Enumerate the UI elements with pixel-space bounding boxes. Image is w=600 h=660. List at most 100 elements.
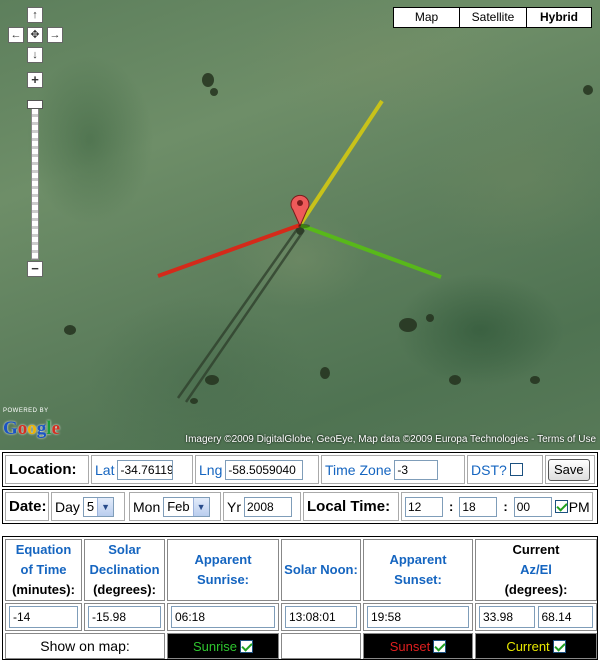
header-line: Az/El [520, 562, 552, 577]
day-cell: Day 5 ▼ [51, 492, 125, 521]
ground-track [176, 227, 306, 403]
day-value: 5 [86, 499, 95, 514]
hour-input[interactable]: 12 [405, 496, 443, 517]
local-time-label-cell: Local Time: [303, 492, 399, 521]
declination-header: Solar Declination (degrees): [84, 539, 165, 601]
zoom-in-button[interactable]: + [27, 72, 43, 88]
month-select[interactable]: Feb ▼ [163, 496, 210, 517]
local-time-label: Local Time: [307, 498, 391, 515]
map-type-map[interactable]: Map [393, 7, 460, 28]
date-label-cell: Date: [5, 492, 49, 521]
local-time-cell: 12 : 18 : 00 PM [401, 492, 593, 521]
header-line: Solar Noon: [284, 562, 358, 577]
location-label: Location: [9, 461, 77, 478]
powered-by-text: POWERED BY [3, 408, 49, 414]
pan-left-icon[interactable]: ← [8, 27, 24, 43]
show-current-cell: Current [475, 633, 597, 659]
minute-input[interactable]: 18 [459, 496, 498, 517]
show-on-map-label: Show on map: [40, 638, 130, 654]
pan-center-icon[interactable]: ✥ [27, 27, 43, 43]
dst-label: DST? [471, 461, 507, 478]
noon-input[interactable]: 13:08:01 [285, 606, 357, 628]
azel-value-cell: 33.98 68.14 [475, 603, 597, 631]
pan-up-icon[interactable]: ↑ [27, 7, 43, 23]
eot-header: Equation of Time (minutes): [5, 539, 82, 601]
month-value: Feb [167, 499, 190, 514]
show-sunrise-label: Sunrise [192, 638, 238, 654]
header-line: Declination [89, 562, 160, 577]
sunset-value-cell: 19:58 [363, 603, 473, 631]
header-line: Sunrise: [196, 572, 249, 587]
lng-input[interactable]: -58.5059040 [225, 459, 304, 480]
azimuth-input[interactable]: 33.98 [479, 606, 535, 628]
dst-cell: DST? [467, 455, 543, 484]
show-sunrise-cell: Sunrise [167, 633, 279, 659]
year-cell: Yr 2008 [223, 492, 301, 521]
header-line: (degrees): [93, 582, 156, 597]
second-input[interactable]: 00 [513, 496, 552, 517]
month-cell: Mon Feb ▼ [129, 492, 221, 521]
zoom-slider-handle[interactable] [27, 100, 43, 109]
current-line [299, 223, 442, 279]
logo-letter: G [3, 418, 18, 439]
date-label: Date: [9, 498, 47, 515]
elevation-input[interactable]: 68.14 [537, 606, 593, 628]
day-select[interactable]: 5 ▼ [82, 496, 115, 517]
zoom-out-button[interactable]: − [27, 261, 43, 277]
lat-input[interactable]: -34.76119 [117, 459, 174, 480]
header-line: Sunset: [394, 572, 442, 587]
map-type-hybrid[interactable]: Hybrid [526, 7, 592, 28]
year-input[interactable]: 2008 [244, 496, 292, 517]
header-line: Apparent [389, 552, 447, 567]
google-logo[interactable]: Google [3, 418, 60, 440]
lng-cell: Lng -58.5059040 [195, 455, 319, 484]
show-sunset-label: Sunset [389, 638, 431, 654]
timezone-cell: Time Zone -3 [321, 455, 465, 484]
header-line: Equation [15, 542, 72, 557]
show-sunrise-checkbox[interactable] [240, 639, 254, 653]
pm-label: PM [568, 498, 590, 515]
satellite-map[interactable]: Map Satellite Hybrid ↑ ← ✥ → ↓ + − POWER… [0, 0, 600, 450]
chevron-down-icon: ▼ [97, 497, 114, 516]
show-sunset-cell: Sunset [363, 633, 473, 659]
map-attribution[interactable]: Imagery ©2009 DigitalGlobe, GeoEye, Map … [185, 434, 596, 445]
month-label: Mon [133, 498, 161, 515]
declination-value-cell: -15.98 [84, 603, 165, 631]
lng-label: Lng [199, 461, 223, 478]
sunrise-line [298, 99, 384, 227]
header-line: Current [512, 542, 560, 557]
eot-input[interactable]: -14 [9, 606, 78, 628]
show-current-label: Current [506, 638, 550, 654]
sunrise-input[interactable]: 06:18 [171, 606, 275, 628]
sunrise-value-cell: 06:18 [167, 603, 279, 631]
show-current-checkbox[interactable] [552, 639, 566, 653]
zoom-slider-track[interactable] [31, 100, 39, 260]
lat-label: Lat [95, 461, 115, 478]
show-on-map-label-cell: Show on map: [5, 633, 165, 659]
show-sunset-checkbox[interactable] [433, 639, 447, 653]
map-type-satellite[interactable]: Satellite [459, 7, 527, 28]
time-separator: : [503, 499, 508, 514]
day-label: Day [55, 498, 80, 515]
header-line: (minutes): [12, 582, 75, 597]
terrain-details [64, 73, 593, 404]
pan-down-icon[interactable]: ↓ [27, 47, 43, 63]
logo-letter: e [51, 418, 60, 439]
pm-checkbox[interactable] [554, 500, 568, 513]
dst-checkbox[interactable] [509, 463, 523, 476]
eot-value-cell: -14 [5, 603, 82, 631]
declination-input[interactable]: -15.98 [88, 606, 161, 628]
location-bar: Location: Lat -34.76119 Lng -58.5059040 … [2, 452, 598, 487]
lat-cell: Lat -34.76119 [91, 455, 193, 484]
pan-right-icon[interactable]: → [47, 27, 63, 43]
location-label-cell: Location: [5, 455, 89, 484]
chevron-down-icon: ▼ [192, 497, 209, 516]
header-line: of Time [20, 562, 67, 577]
timezone-input[interactable]: -3 [394, 459, 439, 480]
sunset-input[interactable]: 19:58 [367, 606, 469, 628]
map-type-controls: Map Satellite Hybrid [393, 7, 592, 28]
solar-table: Equation of Time (minutes): Solar Declin… [2, 536, 598, 660]
logo-letter: o [27, 418, 37, 439]
save-button[interactable]: Save [548, 458, 590, 481]
header-line: Solar [108, 542, 141, 557]
